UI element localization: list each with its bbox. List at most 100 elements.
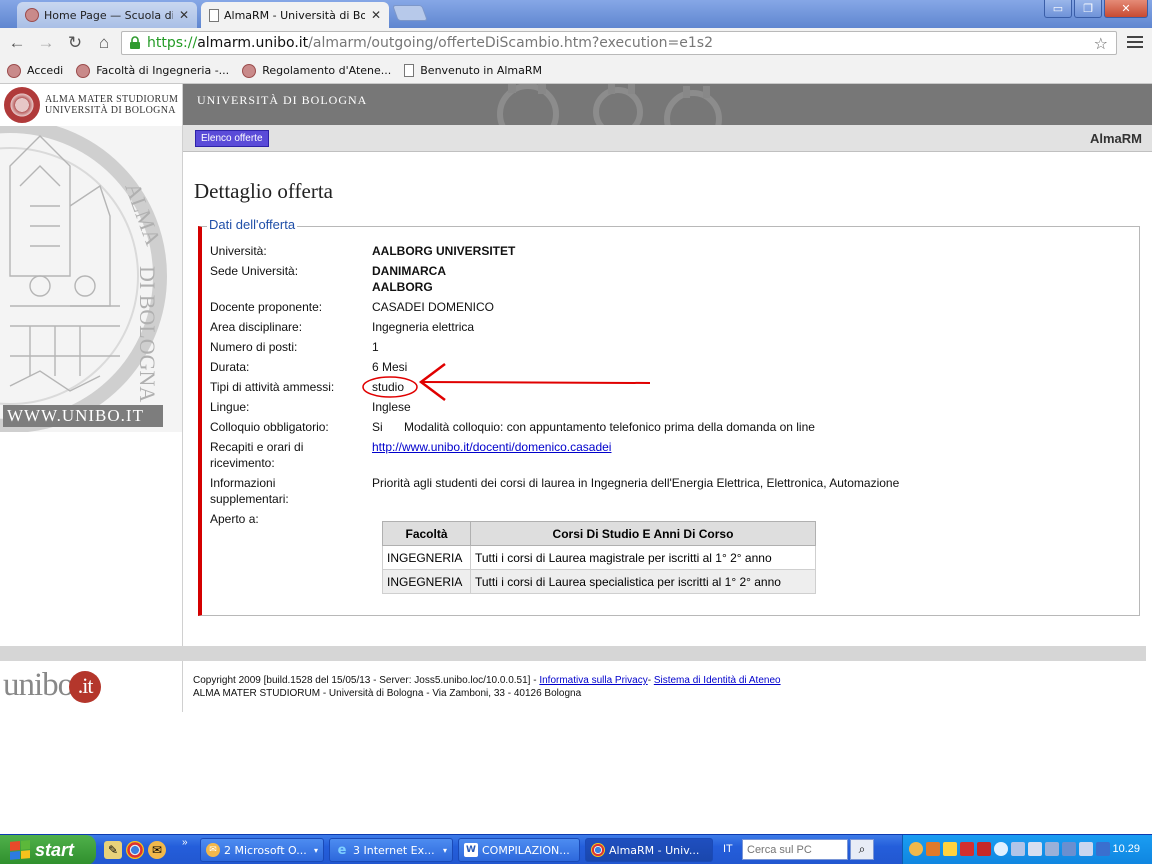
acrobat-tray-icon[interactable] xyxy=(977,842,991,856)
language-indicator[interactable]: IT xyxy=(723,843,733,855)
taskbar-item-chrome[interactable]: AlmaRM - Univ... xyxy=(585,838,713,862)
table-header-row: Facoltà Corsi Di Studio E Anni Di Corso xyxy=(382,521,816,546)
antivirus-tray-icon[interactable] xyxy=(960,842,974,856)
maximize-button[interactable]: ❐ xyxy=(1074,0,1102,18)
seal-icon xyxy=(4,87,40,123)
posti-label: Numero di posti: xyxy=(210,340,298,354)
footer-copyright: Copyright 2009 [build.1528 del 15/05/13 … xyxy=(193,675,540,686)
svg-text:DI BOLOGNA: DI BOLOGNA xyxy=(135,266,160,402)
bookmark-star-icon[interactable]: ☆ xyxy=(1094,34,1108,53)
taskbar-item-internet-explorer[interactable]: e 3 Internet Ex... ▾ xyxy=(329,838,453,862)
close-icon[interactable]: ✕ xyxy=(179,8,189,22)
colloquio-value: Si xyxy=(372,420,383,434)
task-label: 3 Internet Ex... xyxy=(353,843,435,857)
aperto-label: Aperto a: xyxy=(210,512,259,526)
tab-home-page[interactable]: Home Page — Scuola di Inge ✕ xyxy=(17,2,197,28)
bluetooth-tray-icon[interactable] xyxy=(994,842,1008,856)
elenco-offerte-button[interactable]: Elenco offerte xyxy=(195,130,269,147)
taskbar-item-outlook[interactable]: ✉ 2 Microsoft O... ▾ xyxy=(200,838,324,862)
sede-label: Sede Università: xyxy=(210,264,299,278)
back-arrow-icon[interactable]: ← xyxy=(6,33,28,53)
footer-address: ALMA MATER STUDIORUM - Università di Bol… xyxy=(193,688,582,699)
new-tab-button[interactable] xyxy=(392,5,428,21)
security-tray-icon[interactable] xyxy=(1096,842,1110,856)
ie-icon: e xyxy=(337,842,347,858)
www-unibo-link[interactable]: WWW.UNIBO.IT xyxy=(3,405,163,427)
chrome-icon[interactable] xyxy=(126,841,144,859)
forward-arrow-icon[interactable]: → xyxy=(35,33,57,53)
left-column: ALMA MATER STUDIORUM UNIVERSITÀ DI BOLOG… xyxy=(0,84,183,712)
power-tray-icon[interactable] xyxy=(1062,842,1076,856)
fieldset-legend: Dati dell'offerta xyxy=(207,217,298,232)
table-cell-corsi: Tutti i corsi di Laurea specialistica pe… xyxy=(470,569,816,594)
quick-launch-more[interactable]: » xyxy=(182,837,188,848)
update-tray-icon[interactable] xyxy=(926,842,940,856)
seal-engraving-image: ALMA DI BOLOGNA xyxy=(0,126,182,432)
windows-logo-icon xyxy=(10,840,30,860)
reload-icon[interactable]: ↻ xyxy=(64,33,86,53)
site-header: UNIVERSITÀ DI BOLOGNA xyxy=(183,84,1152,125)
taskbar-item-word[interactable]: W COMPILAZION... xyxy=(458,838,580,862)
universita-value: AALBORG UNIVERSITET xyxy=(372,244,516,258)
desktop-search-input[interactable] xyxy=(742,839,848,860)
page-icon xyxy=(404,64,415,77)
address-bar[interactable]: https:// almarm.unibo.it /almarm/outgoin… xyxy=(121,31,1117,55)
table-row: INGEGNERIA Tutti i corsi di Laurea magis… xyxy=(382,545,816,570)
tab-almarm[interactable]: AlmaRM - Università di Bologn ✕ xyxy=(201,2,389,28)
logo-line-2: UNIVERSITÀ DI BOLOGNA xyxy=(45,105,176,116)
close-icon[interactable]: ✕ xyxy=(371,8,381,22)
identity-link[interactable]: Sistema di Identità di Ateneo xyxy=(654,675,781,686)
outlook-icon: ✉ xyxy=(206,843,220,857)
app-name: AlmaRM xyxy=(1089,131,1142,146)
bookmark-regolamento[interactable]: Regolamento d'Atene... xyxy=(242,63,391,78)
logo-line-1: ALMA MATER STUDIORUM xyxy=(45,94,179,105)
header-title: UNIVERSITÀ DI BOLOGNA xyxy=(197,93,368,107)
unibo-footer-logo[interactable]: unibo .it xyxy=(0,661,183,712)
seal-icon xyxy=(242,63,257,78)
docente-value: CASADEI DOMENICO xyxy=(372,300,495,314)
volume-tray-icon[interactable] xyxy=(1028,842,1042,856)
footer-text: Copyright 2009 [build.1528 del 15/05/13 … xyxy=(193,674,781,700)
privacy-link[interactable]: Informativa sulla Privacy xyxy=(539,675,647,686)
page-title: Dettaglio offerta xyxy=(194,179,333,203)
task-label: COMPILAZION... xyxy=(482,843,570,857)
sede-city-value: AALBORG xyxy=(372,280,433,294)
table-cell-corsi: Tutti i corsi di Laurea magistrale per i… xyxy=(470,545,816,570)
thunderbird-tray-icon[interactable] xyxy=(909,842,923,856)
bookmark-accedi[interactable]: Accedi xyxy=(7,63,63,78)
windows-taskbar: start ✎ ✉ » ✉ 2 Microsoft O... ▾ e 3 Int… xyxy=(0,834,1152,864)
recapiti-label-line2: ricevimento: xyxy=(210,456,275,470)
seal-icon xyxy=(76,63,91,78)
unibo-logo-text: unibo xyxy=(3,667,74,703)
colloquio-label: Colloquio obbligatorio: xyxy=(210,420,329,434)
start-button[interactable]: start xyxy=(0,835,96,864)
shield-tray-icon[interactable] xyxy=(943,842,957,856)
chrome-menu-icon[interactable] xyxy=(1127,34,1143,50)
network-tray-icon[interactable] xyxy=(1011,842,1025,856)
device-tray-icon[interactable] xyxy=(1079,842,1093,856)
docente-page-link[interactable]: http://www.unibo.it/docenti/domenico.cas… xyxy=(372,440,611,454)
bookmark-benvenuto[interactable]: Benvenuto in AlmaRM xyxy=(404,64,542,77)
clock: 10.29 xyxy=(1112,843,1140,855)
search-icon[interactable]: ⌕ xyxy=(850,839,874,860)
notepad-icon[interactable]: ✎ xyxy=(104,841,122,859)
bookmarks-bar: Accedi Facoltà di Ingegneria -... Regola… xyxy=(0,58,1152,84)
lingue-label: Lingue: xyxy=(210,400,250,414)
close-window-button[interactable]: ✕ xyxy=(1104,0,1148,18)
posti-value: 1 xyxy=(372,340,379,354)
display-tray-icon[interactable] xyxy=(1045,842,1059,856)
main-content: Dettaglio offerta Dati dell'offerta Univ… xyxy=(183,152,1152,712)
home-icon[interactable]: ⌂ xyxy=(93,33,115,53)
minimize-button[interactable]: ▭ xyxy=(1044,0,1072,18)
bookmark-facolta[interactable]: Facoltà di Ingegneria -... xyxy=(76,63,229,78)
word-icon: W xyxy=(464,843,478,857)
gears-decoration-icon xyxy=(497,84,722,125)
url-host: almarm.unibo.it xyxy=(197,35,309,51)
aperto-table: Facoltà Corsi Di Studio E Anni Di Corso … xyxy=(382,521,816,594)
thunderbird-icon[interactable]: ✉ xyxy=(148,841,166,859)
lingue-value: Inglese xyxy=(372,400,411,414)
university-logo[interactable]: ALMA MATER STUDIORUM UNIVERSITÀ DI BOLOG… xyxy=(0,84,182,126)
universita-label: Università: xyxy=(210,244,267,258)
task-label: 2 Microsoft O... xyxy=(224,843,307,857)
info-label-line1: Informazioni xyxy=(210,476,276,490)
